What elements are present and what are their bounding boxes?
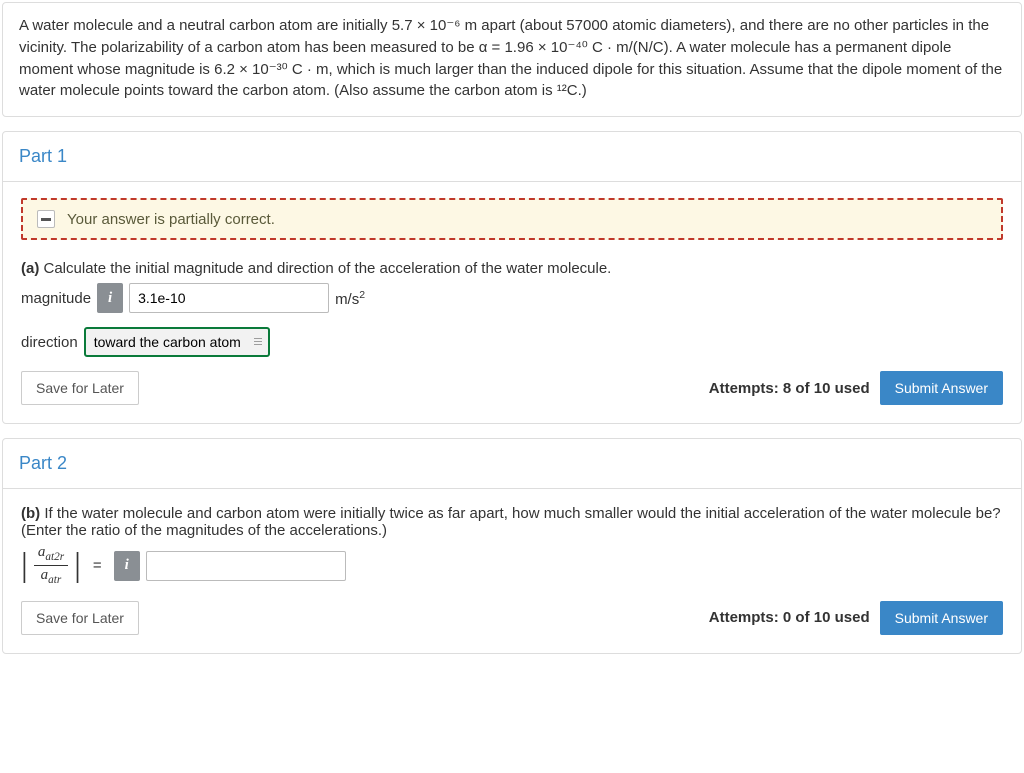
- abs-bar-left: |: [21, 549, 28, 583]
- abs-bar-right: |: [74, 549, 81, 583]
- info-icon[interactable]: i: [97, 283, 123, 313]
- part2-prompt-label: (b): [21, 505, 40, 522]
- equals-sign: =: [93, 557, 102, 574]
- direction-label: direction: [21, 334, 78, 351]
- attempts-text: Attempts: 0 of 10 used: [709, 609, 870, 626]
- attempts-text: Attempts: 8 of 10 used: [709, 380, 870, 397]
- part1-panel: Part 1 Your answer is partially correct.…: [2, 131, 1022, 424]
- part1-prompt-text: Calculate the initial magnitude and dire…: [39, 260, 611, 277]
- problem-panel: A water molecule and a neutral carbon at…: [2, 2, 1022, 117]
- save-button[interactable]: Save for Later: [21, 601, 139, 635]
- part2-title: Part 2: [3, 439, 1021, 489]
- feedback-banner: Your answer is partially correct.: [21, 198, 1003, 240]
- part1-prompt-label: (a): [21, 260, 39, 277]
- magnitude-input[interactable]: [129, 283, 329, 313]
- part2-prompt: (b) If the water molecule and carbon ato…: [21, 505, 1003, 539]
- part2-panel: Part 2 (b) If the water molecule and car…: [2, 438, 1022, 654]
- ratio-input[interactable]: [146, 551, 346, 581]
- part1-title: Part 1: [3, 132, 1021, 182]
- part2-prompt-text: If the water molecule and carbon atom we…: [21, 505, 1001, 539]
- save-button[interactable]: Save for Later: [21, 371, 139, 405]
- magnitude-label: magnitude: [21, 290, 91, 307]
- direction-select[interactable]: toward the carbon atom: [84, 327, 270, 357]
- ratio-fraction: aat2r aatr: [34, 545, 68, 587]
- feedback-text: Your answer is partially correct.: [67, 211, 275, 228]
- problem-text: A water molecule and a neutral carbon at…: [3, 3, 1021, 116]
- submit-button[interactable]: Submit Answer: [880, 601, 1003, 635]
- partial-correct-icon: [37, 210, 55, 228]
- part1-prompt: (a) Calculate the initial magnitude and …: [21, 260, 1003, 277]
- info-icon[interactable]: i: [114, 551, 140, 581]
- problem-text-content: A water molecule and a neutral carbon at…: [19, 17, 1002, 99]
- submit-button[interactable]: Submit Answer: [880, 371, 1003, 405]
- magnitude-unit: m/s2: [335, 289, 365, 308]
